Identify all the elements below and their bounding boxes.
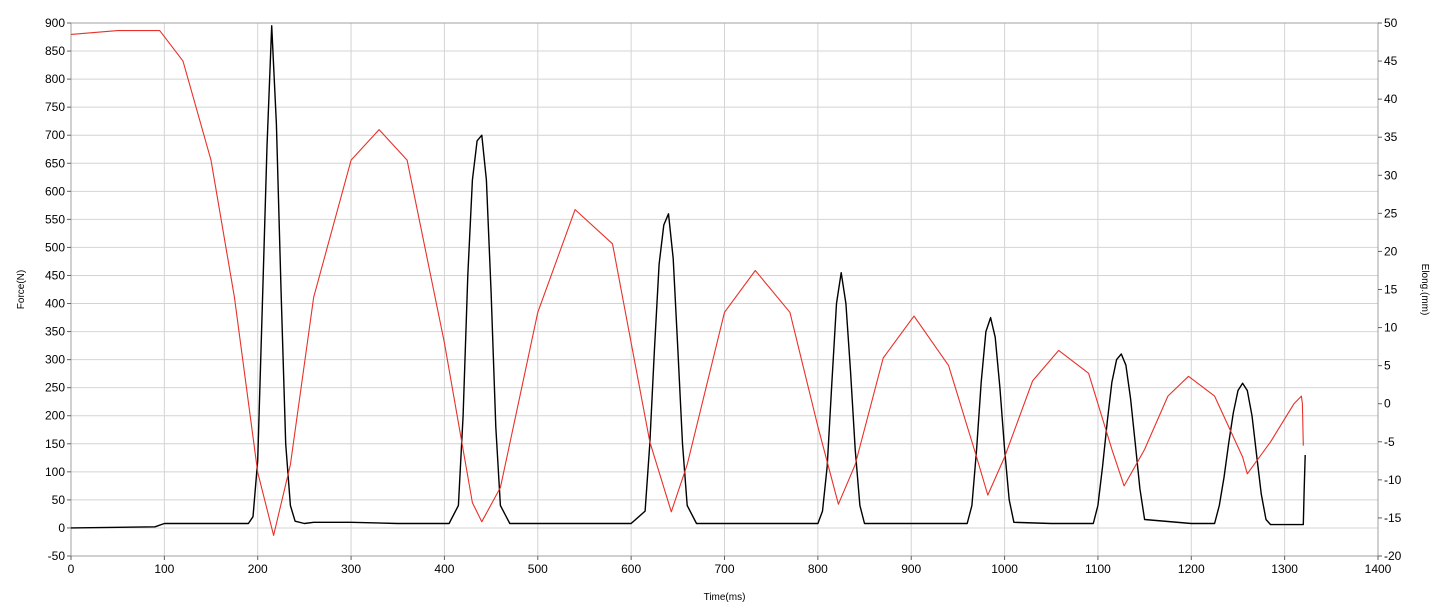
x-tick-label: 400	[434, 562, 454, 576]
y2-tick-label: 40	[1384, 92, 1398, 106]
y-tick-label: 800	[45, 72, 65, 86]
y-tick-label: 550	[45, 212, 65, 226]
y-axis-right: -20 -15 -10 -5 0 5 10 15 20 25 30 35 40 45 50	[1378, 16, 1402, 563]
y-tick-label: 200	[45, 409, 65, 423]
y2-tick-label: -20	[1384, 549, 1402, 563]
x-axis-title: Time(ms)	[704, 592, 746, 603]
y-tick-label: 0	[58, 521, 65, 535]
x-tick-label: 600	[621, 562, 641, 576]
x-tick-label: 200	[248, 562, 268, 576]
x-tick-label: 1300	[1271, 562, 1298, 576]
y-tick-label: 300	[45, 353, 65, 367]
x-tick-label: 900	[901, 562, 921, 576]
x-axis: 0 100 200 300 400 500 600 700 800 900 1000 1100 1200…	[68, 556, 1392, 576]
y-axis-right-title: Elong.(mm)	[1419, 264, 1430, 316]
y2-tick-label: 0	[1384, 397, 1391, 411]
series-line-elongation	[71, 30, 1304, 536]
y-tick-label: 900	[45, 16, 65, 30]
x-tick-label: 0	[68, 562, 75, 576]
y2-tick-label: -10	[1384, 473, 1402, 487]
y-tick-label: 750	[45, 100, 65, 114]
y2-tick-label: 15	[1384, 283, 1398, 297]
y2-tick-label: 45	[1384, 54, 1398, 68]
y2-tick-label: 30	[1384, 168, 1398, 182]
x-tick-label: 1200	[1178, 562, 1205, 576]
y-tick-label: 500	[45, 240, 65, 254]
y-axis-left: -50 0 50 100 150 200 250 300 350 400 450 500 550 600 6…	[45, 16, 71, 563]
dual-axis-line-chart: 0 100 200 300 400 500 600 700 800 900 1000 1100 1200…	[16, 16, 1430, 603]
y2-tick-label: 5	[1384, 359, 1391, 373]
y-tick-label: -50	[48, 549, 66, 563]
series-layer	[71, 25, 1306, 536]
y2-tick-label: 10	[1384, 321, 1398, 335]
x-tick-label: 100	[154, 562, 174, 576]
y-tick-label: 250	[45, 381, 65, 395]
y2-tick-label: 50	[1384, 16, 1398, 30]
y-tick-label: 150	[45, 437, 65, 451]
x-tick-label: 700	[714, 562, 734, 576]
y2-tick-label: 25	[1384, 206, 1398, 220]
x-tick-label: 1400	[1365, 562, 1392, 576]
y2-tick-label: -5	[1384, 435, 1395, 449]
y-tick-label: 100	[45, 465, 65, 479]
y-tick-label: 650	[45, 156, 65, 170]
y2-tick-label: -15	[1384, 511, 1402, 525]
y2-tick-label: 35	[1384, 130, 1398, 144]
y-tick-label: 600	[45, 184, 65, 198]
series-line-force	[71, 25, 1306, 529]
y-tick-label: 400	[45, 297, 65, 311]
y-tick-label: 350	[45, 325, 65, 339]
x-tick-label: 800	[808, 562, 828, 576]
y-axis-left-title: Force(N)	[16, 270, 27, 309]
y2-tick-label: 20	[1384, 244, 1398, 258]
y-tick-label: 850	[45, 44, 65, 58]
y-tick-label: 700	[45, 128, 65, 142]
x-tick-label: 1100	[1085, 562, 1111, 576]
y-tick-label: 450	[45, 268, 65, 282]
grid-lines	[70, 22, 1379, 557]
x-tick-label: 500	[528, 562, 548, 576]
y-tick-label: 50	[52, 493, 66, 507]
x-tick-label: 1000	[991, 562, 1018, 576]
x-tick-label: 300	[341, 562, 361, 576]
